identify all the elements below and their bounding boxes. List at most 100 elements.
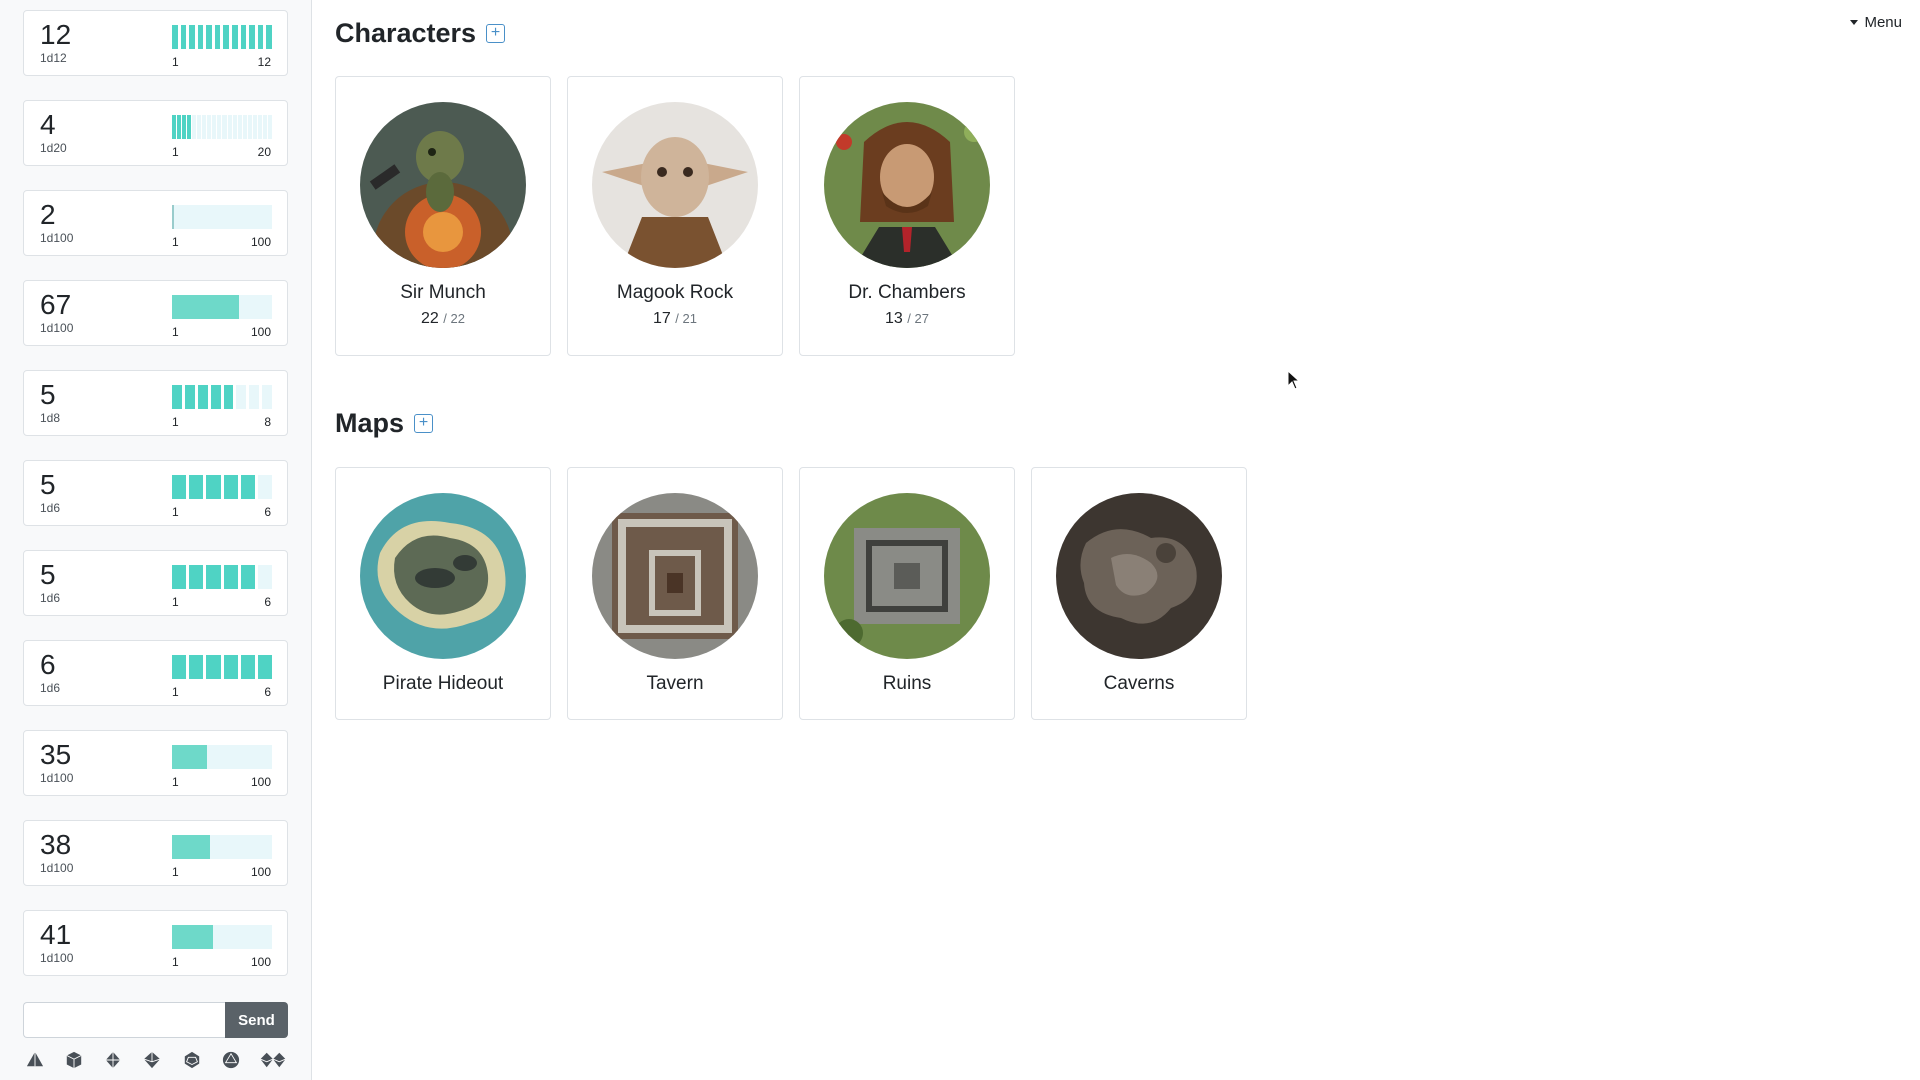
roll-result-bar	[172, 115, 272, 139]
roll-formula: 1d12	[40, 51, 67, 65]
add-map-button[interactable]: +	[414, 414, 434, 433]
main-content: Menu Characters + Sir Munch 22 / 22 Magook…	[312, 0, 1920, 1080]
bar-segment	[189, 25, 195, 49]
bar-segment	[240, 565, 255, 589]
roll-result-bar	[172, 295, 272, 319]
character-card[interactable]: Dr. Chambers 13 / 27	[799, 76, 1015, 356]
caret-down-icon	[1850, 20, 1859, 25]
characters-header: Characters +	[335, 18, 506, 49]
range-min: 1	[172, 55, 179, 69]
bar-segment	[197, 385, 208, 409]
bar-segment	[189, 655, 204, 679]
range-max: 20	[257, 145, 271, 159]
d20-icon[interactable]	[219, 1048, 243, 1072]
caverns-map	[1056, 493, 1222, 659]
hp-current: 22	[421, 310, 439, 327]
roll-total: 12	[40, 19, 72, 50]
character-card[interactable]: Sir Munch 22 / 22	[335, 76, 551, 356]
roll-result-bar	[172, 655, 273, 679]
roll-card: 5 1d6 1 6	[23, 550, 288, 616]
tavern-map	[592, 493, 758, 659]
hp-max: / 27	[907, 311, 929, 326]
range-max: 100	[250, 325, 271, 339]
map-card[interactable]: Caverns	[1031, 467, 1247, 720]
hp-current: 13	[885, 310, 903, 327]
roll-card: 4 1d20 1 20	[23, 100, 288, 166]
d4-icon[interactable]	[23, 1048, 47, 1072]
bar-segment	[184, 385, 195, 409]
roll-formula: 1d6	[40, 681, 61, 695]
character-name: Sir Munch	[400, 282, 486, 303]
bar-segment	[214, 25, 221, 49]
bar-segment	[257, 25, 264, 49]
bar-segment	[172, 115, 177, 139]
bar-fill	[172, 925, 213, 949]
character-name: Dr. Chambers	[848, 282, 966, 303]
d8-icon[interactable]	[101, 1048, 125, 1072]
range-max: 6	[264, 505, 271, 519]
bar-segment	[192, 115, 197, 139]
maps-list: Pirate Hideout Tavern Ruins Caverns	[335, 467, 1247, 720]
bar-segment	[206, 565, 221, 589]
bar-segment	[207, 115, 212, 139]
bar-segment	[206, 655, 221, 679]
app-root: 12 1d12 1 12 4 1d20 1 20 2 1d100 1 100 67 1d100 1 100 5 1…	[0, 0, 1920, 1080]
bar-segment	[266, 25, 272, 49]
bar-segment	[236, 385, 247, 409]
bar-segment	[252, 115, 257, 139]
bar-segment	[240, 475, 255, 499]
character-name: Magook Rock	[616, 282, 734, 303]
roll-result-bar	[172, 25, 272, 49]
maps-title: Maps	[335, 408, 405, 438]
roll-card: 6 1d6 1 6	[23, 640, 288, 706]
map-card[interactable]: Pirate Hideout	[335, 467, 551, 720]
maps-header: Maps +	[335, 408, 434, 439]
bar-segment	[187, 115, 192, 139]
roll-formula: 1d100	[40, 861, 74, 875]
range-max: 6	[264, 685, 271, 699]
d100-icon[interactable]	[258, 1048, 288, 1072]
dice-toolbar	[23, 1048, 288, 1072]
character-card[interactable]: Magook Rock 17 / 21	[567, 76, 783, 356]
roll-total: 38	[40, 829, 72, 860]
bar-segment	[172, 655, 187, 679]
bar-segment	[172, 385, 182, 409]
bar-segment	[180, 25, 187, 49]
range-min: 1	[172, 145, 179, 159]
range-max: 100	[250, 775, 271, 789]
bar-fill	[172, 295, 239, 319]
send-button[interactable]: Send	[225, 1002, 288, 1038]
roll-total: 67	[40, 289, 72, 320]
map-card[interactable]: Ruins	[799, 467, 1015, 720]
bar-segment	[249, 25, 255, 49]
roll-card: 12 1d12 1 12	[23, 10, 288, 76]
bar-segment	[223, 655, 238, 679]
range-min: 1	[172, 955, 179, 969]
bar-segment	[257, 655, 273, 679]
bar-fill	[172, 205, 174, 229]
bar-fill	[172, 745, 207, 769]
bar-segment	[257, 475, 273, 499]
bar-segment	[232, 25, 238, 49]
d6-icon[interactable]	[62, 1048, 86, 1072]
dice-sidebar: 12 1d12 1 12 4 1d20 1 20 2 1d100 1 100 67 1d100 1 100 5 1…	[0, 0, 312, 1080]
map-card[interactable]: Tavern	[567, 467, 783, 720]
roll-result-bar	[172, 205, 272, 229]
goblin-portrait	[592, 102, 758, 268]
chat-input[interactable]	[23, 1002, 225, 1038]
roll-total: 35	[40, 739, 72, 770]
roll-formula: 1d8	[40, 411, 61, 425]
d10-icon[interactable]	[140, 1048, 164, 1072]
menu-label: Menu	[1864, 14, 1902, 31]
bar-segment	[182, 115, 187, 139]
character-hp: 22 / 22	[421, 310, 465, 328]
bar-segment	[232, 115, 237, 139]
d12-icon[interactable]	[180, 1048, 204, 1072]
add-character-button[interactable]: +	[486, 24, 506, 43]
bar-segment	[240, 655, 255, 679]
bar-segment	[249, 385, 260, 409]
bar-segment	[237, 115, 242, 139]
range-min: 1	[172, 865, 179, 879]
menu-button[interactable]: Menu	[1850, 14, 1902, 31]
range-max: 8	[264, 415, 271, 429]
